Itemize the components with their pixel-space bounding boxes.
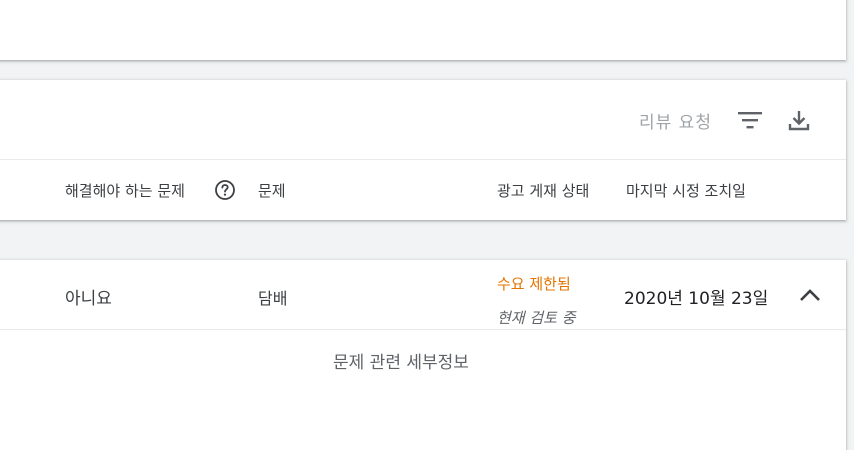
row-problem-value: 담배 (258, 289, 288, 308)
download-icon[interactable] (787, 108, 811, 132)
issue-details-heading: 문제 관련 세부정보 (333, 353, 469, 373)
row-last-action-date: 2020년 10월 23일 (624, 289, 769, 309)
column-header-ad-status[interactable]: 광고 게재 상태 (497, 180, 589, 201)
column-header-problem[interactable]: 문제 (258, 180, 286, 201)
row-issue-value: 아니요 (65, 289, 112, 309)
help-circle-icon[interactable] (214, 179, 236, 201)
chevron-up-icon[interactable] (797, 283, 823, 307)
column-header-issue[interactable]: 해결해야 하는 문제 (65, 180, 185, 201)
column-header-last-action[interactable]: 마지막 시정 조치일 (626, 180, 746, 201)
summary-card (0, 0, 846, 60)
row-details-divider (0, 329, 846, 330)
row-status-subtext: 현재 검토 중 (497, 309, 576, 327)
request-review-button[interactable]: 리뷰 요청 (639, 108, 712, 133)
header-divider (0, 159, 846, 160)
row-status-badge: 수요 제한됨 (497, 275, 571, 293)
filter-icon[interactable] (737, 110, 763, 130)
